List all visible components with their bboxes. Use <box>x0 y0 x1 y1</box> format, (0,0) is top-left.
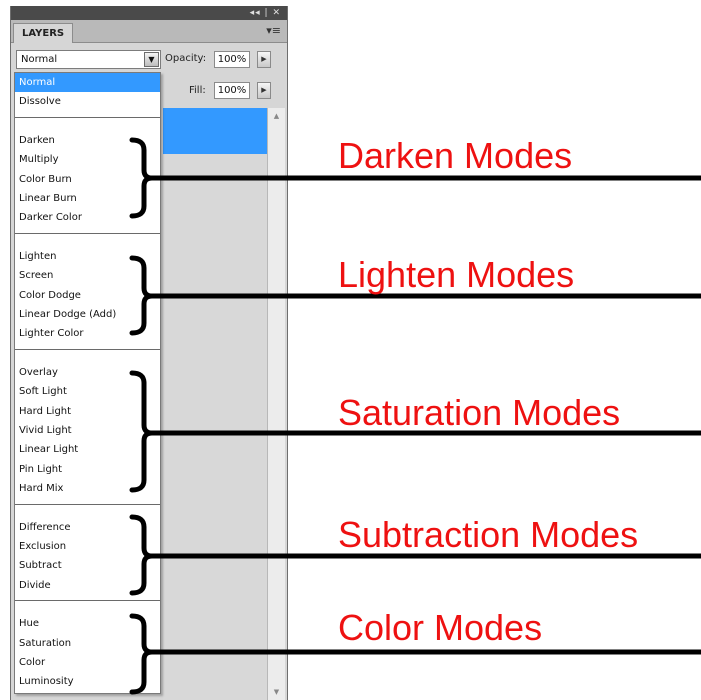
annotation-subtraction-modes: Subtraction Modes <box>338 514 639 555</box>
annotation-saturation-modes: Saturation Modes <box>338 392 621 433</box>
annotation-braces <box>129 137 701 695</box>
curly-brace <box>129 514 153 596</box>
curly-brace <box>129 613 153 695</box>
curly-brace <box>129 137 153 219</box>
curly-brace <box>129 255 153 336</box>
annotation-lighten-modes: Lighten Modes <box>338 254 575 295</box>
annotation-color-modes: Color Modes <box>338 607 543 648</box>
curly-brace <box>129 370 153 493</box>
annotation-darken-modes: Darken Modes <box>338 135 573 176</box>
